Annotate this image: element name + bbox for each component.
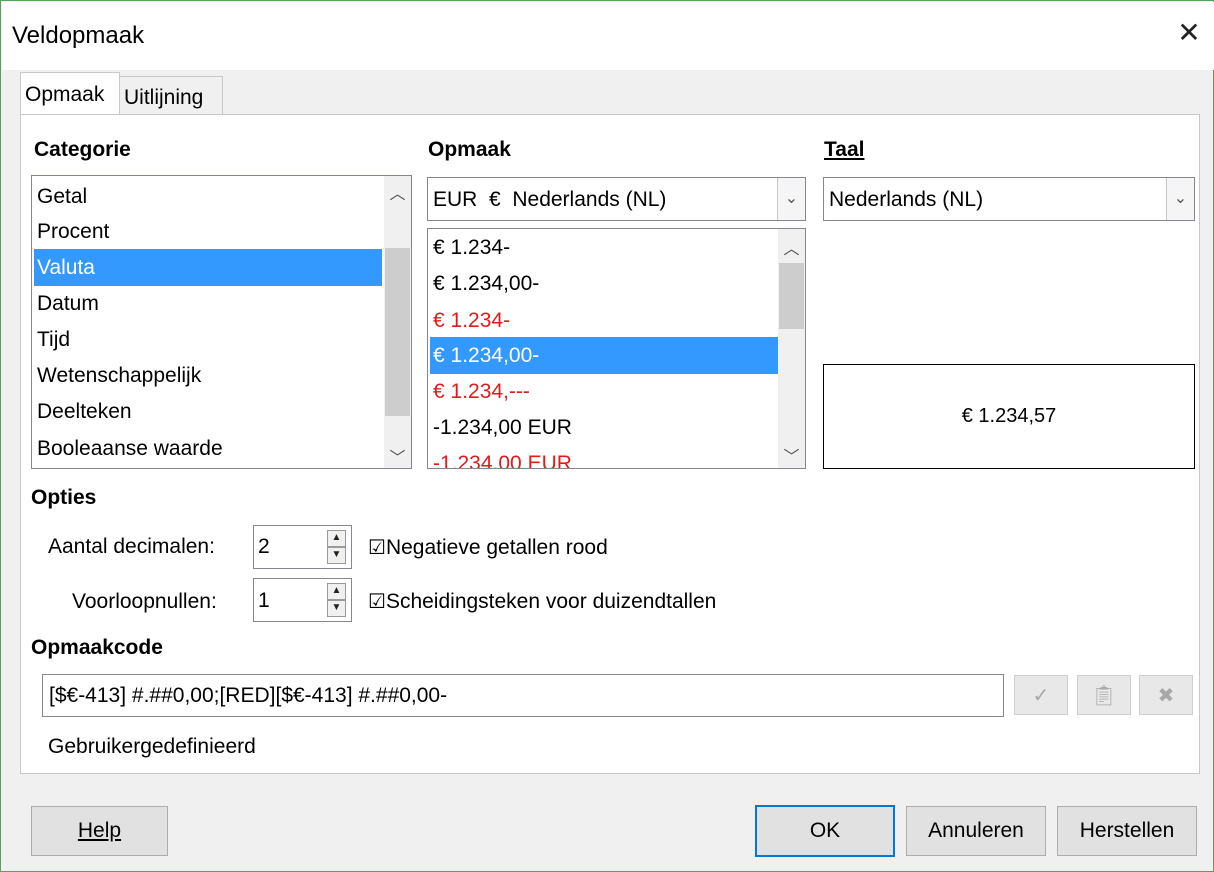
leading-zeros-value: 1	[258, 589, 270, 612]
list-item-selected[interactable]: Valuta	[34, 249, 382, 286]
list-item[interactable]: -1.234,00 EUR	[430, 409, 778, 446]
options-heading: Opties	[31, 486, 97, 509]
cancel-button[interactable]: Annuleren	[906, 806, 1046, 856]
leading-zeros-label: Voorloopnullen:	[72, 590, 217, 613]
title-bar	[2, 2, 1214, 70]
category-scrollbar[interactable]: ︿ ﹀	[384, 176, 411, 468]
scroll-thumb[interactable]	[779, 263, 804, 329]
clipboard-icon: 📋︎	[1091, 685, 1117, 707]
currency-combobox-value: EUR € Nederlands (NL)	[433, 188, 667, 211]
scroll-up-icon[interactable]: ︿	[384, 180, 411, 204]
decimals-value: 2	[258, 535, 270, 558]
list-item[interactable]: € 1.234,00-	[430, 265, 778, 302]
list-item[interactable]: Wetenschappelijk	[34, 357, 382, 394]
format-code-value: [$€-413] #.##0,00;[RED][$€-413] #.##0,00…	[49, 684, 448, 707]
preview-value: € 1.234,57	[961, 405, 1057, 427]
list-item[interactable]: Booleaanse waarde	[34, 430, 382, 467]
format-list[interactable]: € 1.234- € 1.234,00- € 1.234- € 1.234,00…	[427, 228, 806, 469]
delete-x-icon: ✖	[1157, 685, 1175, 707]
help-button[interactable]: Help	[31, 806, 168, 856]
preview-box: € 1.234,57	[823, 364, 1195, 469]
tab-uitlijning[interactable]: Uitlijning	[119, 76, 223, 118]
decimals-spinbox[interactable]: 2 ▲ ▼	[253, 525, 352, 569]
delete-code-button[interactable]: ✖	[1139, 675, 1193, 715]
scroll-up-icon[interactable]: ︿	[778, 235, 805, 259]
spin-down-icon[interactable]: ▼	[327, 547, 346, 564]
checkmark-icon: ✓	[1032, 685, 1050, 707]
checkbox-checked-icon[interactable]: ☑	[368, 537, 386, 559]
thousands-separator-label: Scheidingsteken voor duizendtallen	[385, 590, 717, 613]
negative-red-label: Negatieve getallen rood	[385, 536, 608, 559]
checkbox-checked-icon[interactable]: ☑	[368, 591, 386, 613]
format-heading: Opmaak	[428, 138, 511, 161]
spin-up-icon[interactable]: ▲	[327, 583, 346, 600]
list-item[interactable]: Deelteken	[34, 393, 382, 430]
add-comment-button[interactable]: 📋︎	[1077, 675, 1131, 715]
list-item[interactable]: -1.234,00 EUR	[430, 445, 778, 468]
language-combobox[interactable]: Nederlands (NL) ⌄	[823, 177, 1195, 221]
category-heading: Categorie	[34, 138, 131, 161]
list-item[interactable]: Datum	[34, 285, 382, 322]
accept-code-button[interactable]: ✓	[1014, 675, 1068, 715]
help-button-label: Help	[77, 819, 122, 842]
list-item[interactable]: Tijd	[34, 321, 382, 358]
negative-red-checkbox[interactable]: ☑Negatieve getallen rood	[368, 535, 608, 560]
scroll-down-icon[interactable]: ﹀	[778, 443, 805, 467]
chevron-down-icon[interactable]: ⌄	[777, 178, 805, 220]
thousands-separator-checkbox[interactable]: ☑Scheidingsteken voor duizendtallen	[368, 589, 716, 614]
chevron-down-icon[interactable]: ⌄	[1166, 178, 1194, 220]
dialog-title: Veldopmaak	[12, 22, 145, 49]
language-heading: Taal	[824, 138, 865, 161]
close-icon[interactable]: ✕	[1172, 16, 1206, 50]
tab-opmaak[interactable]: Opmaak	[20, 72, 120, 118]
scroll-down-icon[interactable]: ﹀	[384, 444, 411, 468]
list-item[interactable]: Getal	[34, 178, 382, 215]
format-code-input[interactable]: [$€-413] #.##0,00;[RED][$€-413] #.##0,00…	[42, 674, 1004, 717]
category-list[interactable]: Getal Procent Valuta Datum Tijd Wetensch…	[31, 175, 412, 469]
list-item[interactable]: € 1.234,---	[430, 373, 778, 410]
currency-combobox[interactable]: EUR € Nederlands (NL) ⌄	[427, 177, 806, 221]
format-scrollbar[interactable]: ︿ ﹀	[778, 229, 805, 468]
leading-zeros-spinbox[interactable]: 1 ▲ ▼	[253, 578, 352, 622]
decimals-label: Aantal decimalen:	[48, 535, 215, 558]
format-code-description: Gebruikergedefinieerd	[48, 735, 256, 758]
scroll-thumb[interactable]	[385, 248, 410, 416]
reset-button[interactable]: Herstellen	[1057, 806, 1197, 856]
spin-up-icon[interactable]: ▲	[327, 530, 346, 547]
list-item[interactable]: € 1.234-	[430, 302, 778, 339]
list-item[interactable]: Procent	[34, 213, 382, 250]
format-code-heading: Opmaakcode	[31, 636, 163, 659]
spin-down-icon[interactable]: ▼	[327, 600, 346, 617]
list-item[interactable]: € 1.234-	[430, 229, 778, 266]
language-combobox-value: Nederlands (NL)	[829, 188, 984, 211]
list-item-selected[interactable]: € 1.234,00-	[430, 337, 778, 374]
ok-button[interactable]: OK	[755, 805, 895, 857]
